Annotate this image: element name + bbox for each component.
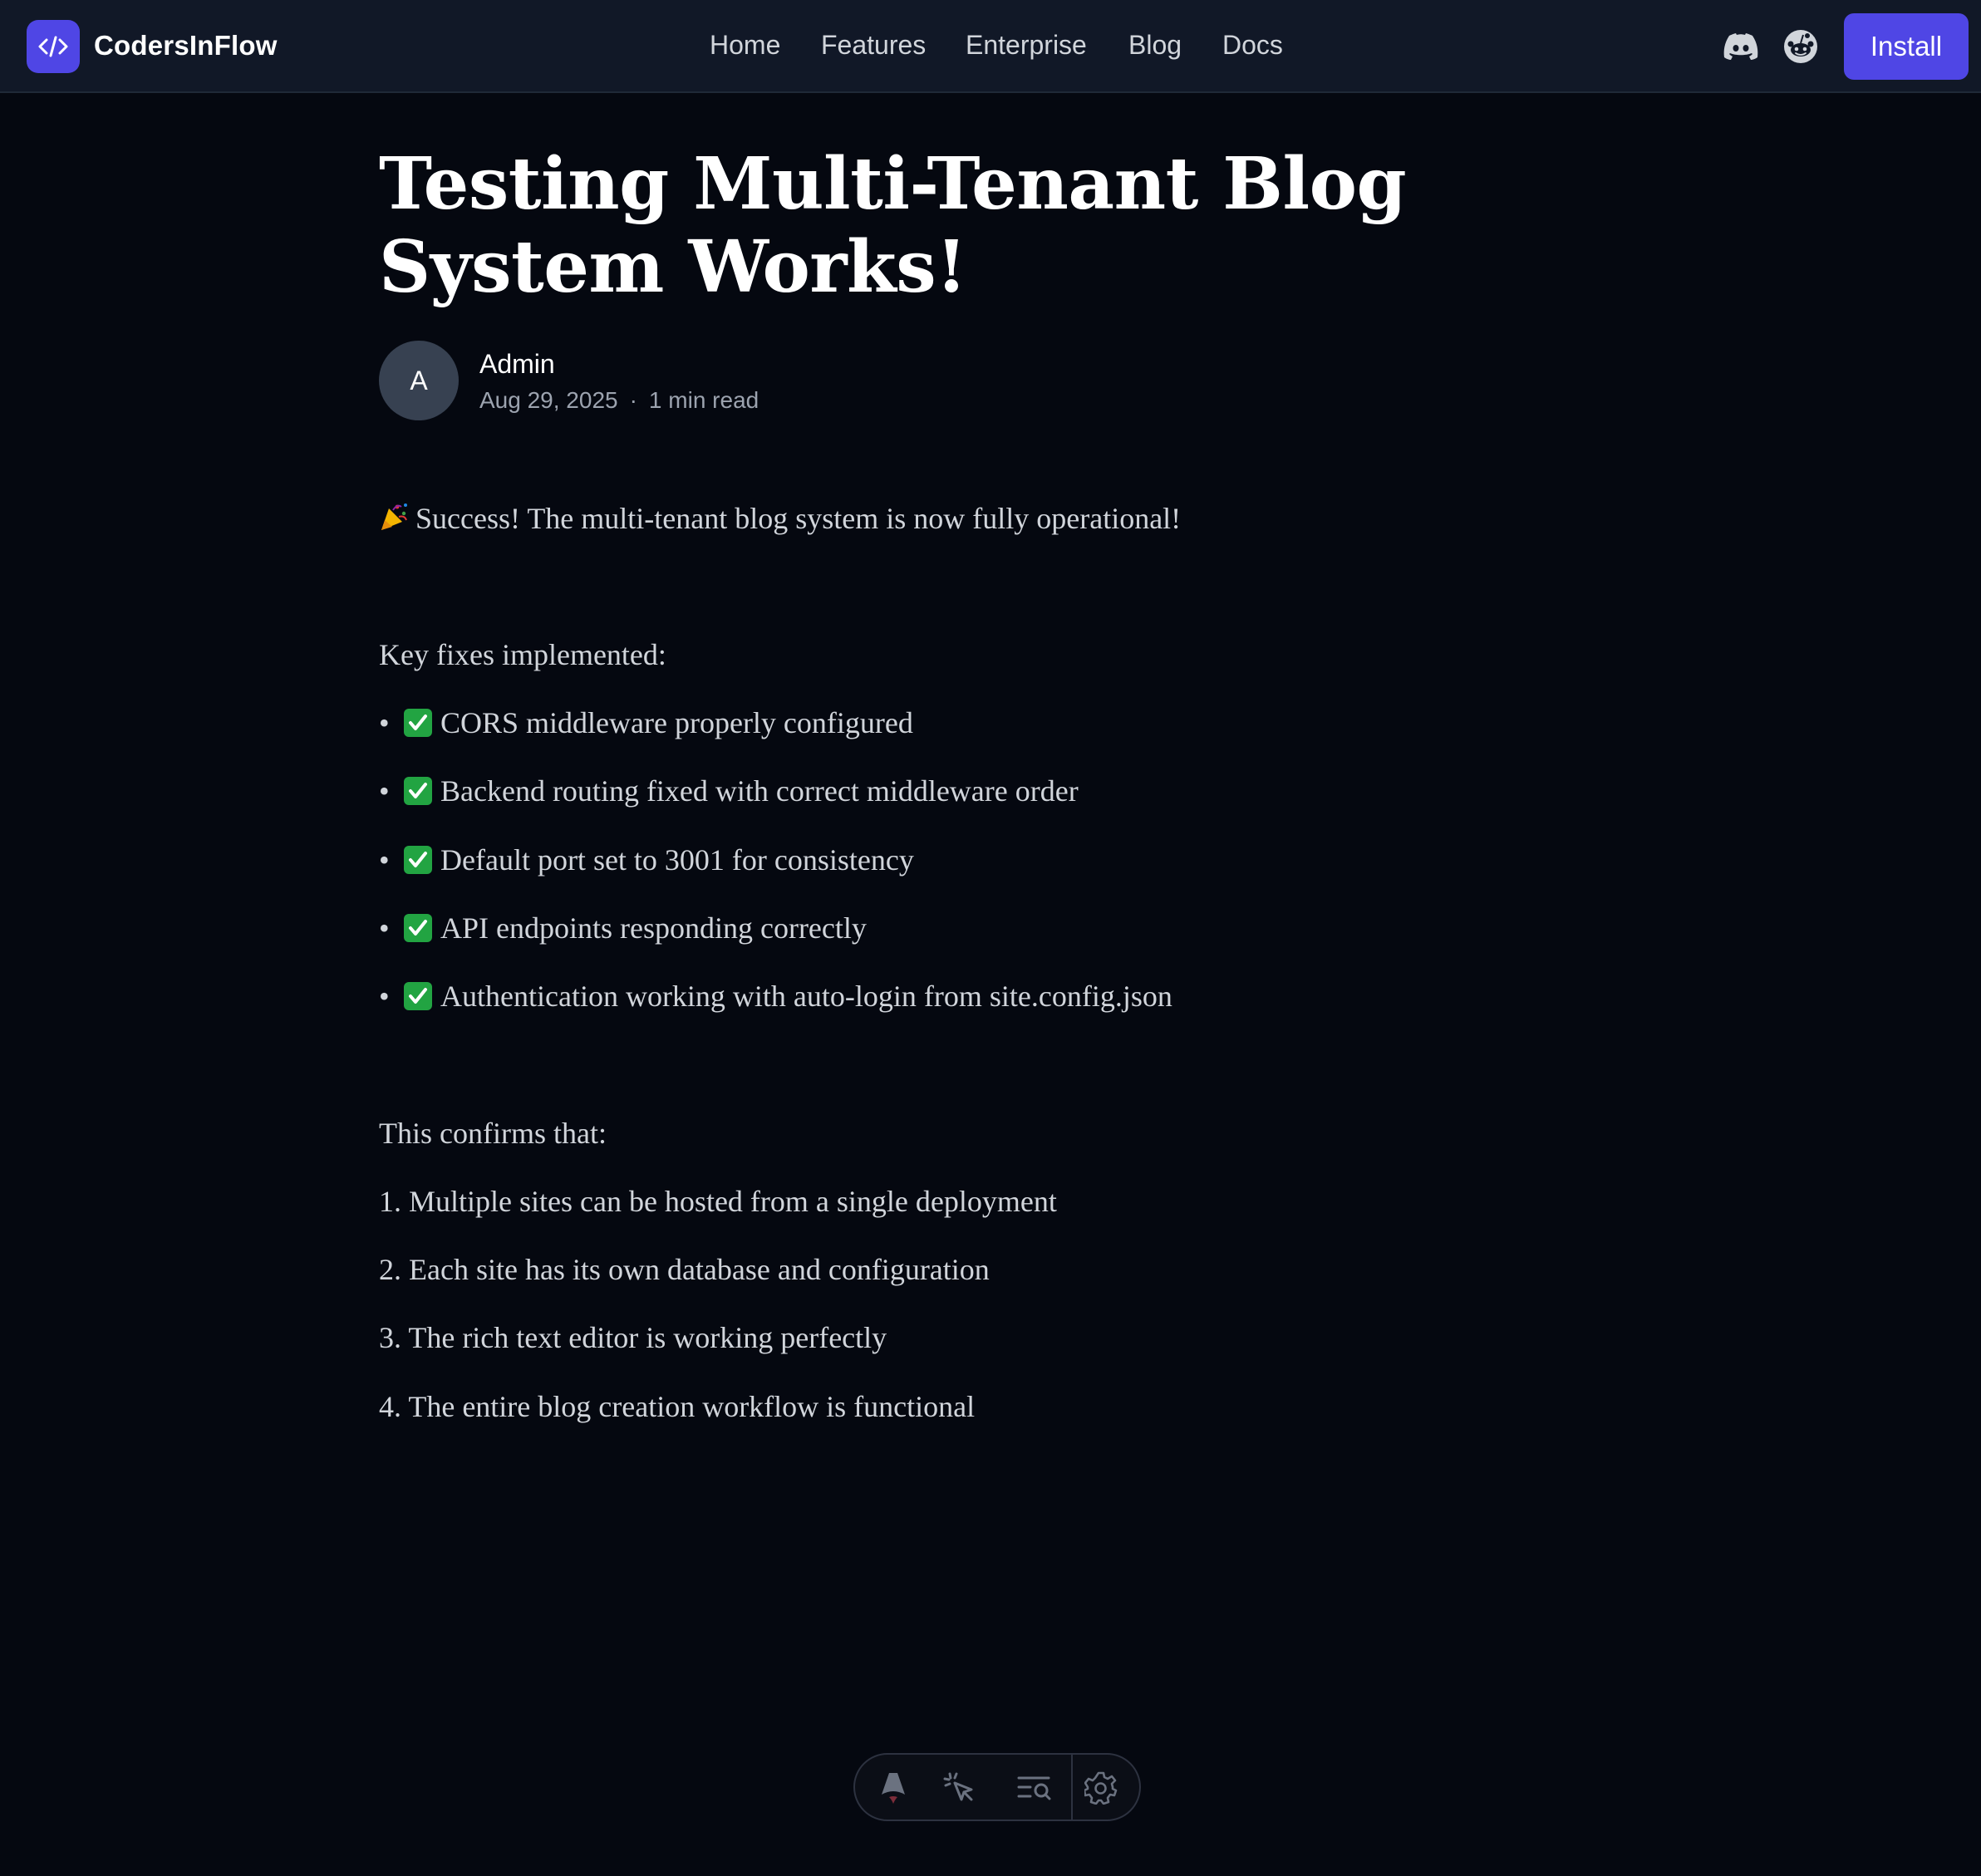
- list-item-text: Backend routing fixed with correct middl…: [440, 774, 1079, 808]
- check-mark-icon: [404, 709, 432, 737]
- fixes-heading: Key fixes implemented:: [379, 638, 666, 671]
- inspect-cursor-icon[interactable]: [941, 1770, 978, 1806]
- check-mark-icon: [404, 846, 432, 874]
- list-item-text: API endpoints responding correctly: [440, 911, 867, 945]
- list-item-text: Authentication working with auto-login f…: [440, 980, 1172, 1013]
- intro-paragraph: Success! The multi-tenant blog system is…: [379, 501, 1181, 536]
- install-button[interactable]: Install: [1844, 13, 1969, 80]
- dev-toolbar: [853, 1753, 1141, 1821]
- astro-icon[interactable]: [875, 1770, 912, 1806]
- settings-icon[interactable]: [1083, 1770, 1119, 1806]
- avatar: A: [379, 341, 459, 420]
- brand-name[interactable]: CodersInFlow: [94, 30, 278, 61]
- meta-separator: ·: [629, 387, 637, 413]
- intro-text: Success! The multi-tenant blog system is…: [415, 502, 1182, 535]
- confirms-heading: This confirms that:: [379, 1117, 607, 1150]
- check-mark-icon: [404, 914, 432, 942]
- list-item: • Default port set to 3001 for consistenc…: [379, 843, 914, 877]
- numbered-item: 4. The entire blog creation workflow is …: [379, 1390, 976, 1423]
- reddit-icon[interactable]: [1782, 28, 1819, 65]
- nav-features[interactable]: Features: [821, 30, 926, 61]
- code-logo-icon[interactable]: [27, 20, 80, 73]
- check-mark-icon: [404, 777, 432, 805]
- numbered-item: 2. Each site has its own database and co…: [379, 1253, 990, 1286]
- check-mark-icon: [404, 982, 432, 1010]
- list-item: • API endpoints responding correctly: [379, 911, 867, 945]
- party-popper-icon: [381, 503, 407, 530]
- numbered-item: 1. Multiple sites can be hosted from a s…: [379, 1185, 1057, 1218]
- post-meta: Aug 29, 2025 · 1 min read: [479, 387, 759, 414]
- read-time: 1 min read: [648, 387, 759, 413]
- list-item: • Authentication working with auto-login …: [379, 980, 1172, 1013]
- list-item: • Backend routing fixed with correct midd…: [379, 774, 1079, 808]
- nav-home[interactable]: Home: [710, 30, 780, 61]
- audit-icon[interactable]: [1016, 1770, 1053, 1806]
- list-item: • CORS middleware properly configured: [379, 706, 913, 739]
- toolbar-divider: [1071, 1755, 1073, 1820]
- top-navbar: CodersInFlow Home Features Enterprise Bl…: [0, 0, 1981, 93]
- nav-docs[interactable]: Docs: [1222, 30, 1283, 61]
- list-item-text: Default port set to 3001 for consistency: [440, 843, 914, 877]
- list-item-text: CORS middleware properly configured: [440, 706, 913, 739]
- author-name: Admin: [479, 349, 555, 379]
- post-date: Aug 29, 2025: [479, 387, 618, 413]
- post-title: Testing Multi-Tenant Blog System Works!: [379, 142, 1407, 309]
- nav-enterprise[interactable]: Enterprise: [966, 30, 1087, 61]
- discord-icon[interactable]: [1723, 28, 1759, 65]
- nav-blog[interactable]: Blog: [1128, 30, 1182, 61]
- numbered-item: 3. The rich text editor is working perfe…: [379, 1321, 887, 1354]
